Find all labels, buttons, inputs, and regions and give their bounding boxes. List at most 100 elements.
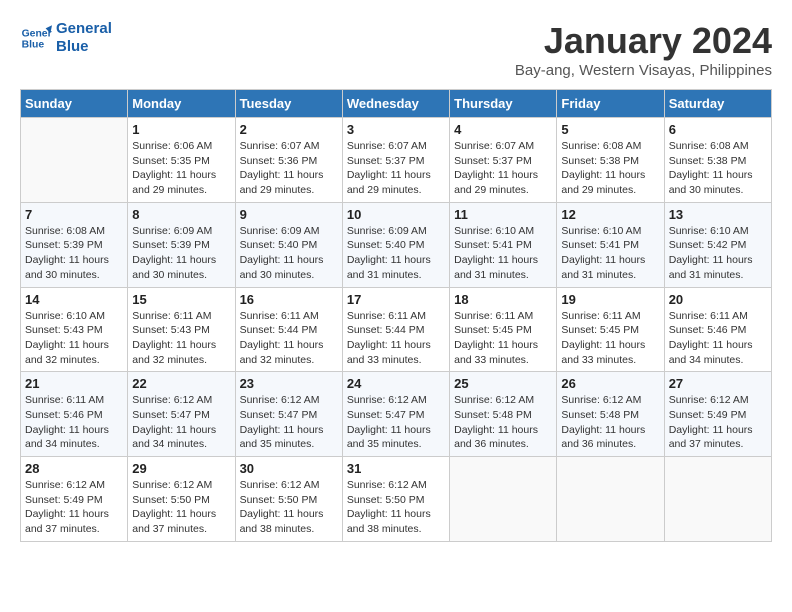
day-number: 1 <box>132 122 230 137</box>
day-info: Sunrise: 6:11 AM Sunset: 5:43 PM Dayligh… <box>132 309 230 368</box>
day-info: Sunrise: 6:08 AM Sunset: 5:38 PM Dayligh… <box>669 139 767 198</box>
day-info: Sunrise: 6:12 AM Sunset: 5:49 PM Dayligh… <box>669 393 767 452</box>
week-row-2: 7 Sunrise: 6:08 AM Sunset: 5:39 PM Daylig… <box>21 202 772 287</box>
day-cell: 11 Sunrise: 6:10 AM Sunset: 5:41 PM Dayli… <box>450 202 557 287</box>
day-number: 11 <box>454 207 552 222</box>
day-cell: 31Sunrise: 6:12 AM Sunset: 5:50 PM Dayli… <box>342 457 449 542</box>
day-info: Sunrise: 6:12 AM Sunset: 5:50 PM Dayligh… <box>132 478 230 537</box>
day-number: 26 <box>561 376 659 391</box>
day-cell: 29 Sunrise: 6:12 AM Sunset: 5:50 PM Dayli… <box>128 457 235 542</box>
day-cell: 8 Sunrise: 6:09 AM Sunset: 5:39 PM Daylig… <box>128 202 235 287</box>
day-cell <box>557 457 664 542</box>
day-number: 15 <box>132 292 230 307</box>
day-number: 21 <box>25 376 123 391</box>
header-cell-monday: Monday <box>128 90 235 118</box>
day-cell: 25Sunrise: 6:12 AM Sunset: 5:48 PM Dayli… <box>450 372 557 457</box>
day-info: Sunrise: 6:12 AM Sunset: 5:50 PM Dayligh… <box>347 478 445 537</box>
logo-line1: General <box>56 20 112 38</box>
day-info: Sunrise: 6:09 AM Sunset: 5:40 PM Dayligh… <box>240 224 338 283</box>
day-cell: 21 Sunrise: 6:11 AM Sunset: 5:46 PM Dayli… <box>21 372 128 457</box>
day-number: 3 <box>347 122 445 137</box>
day-number: 8 <box>132 207 230 222</box>
header-cell-thursday: Thursday <box>450 90 557 118</box>
day-info: Sunrise: 6:11 AM Sunset: 5:44 PM Dayligh… <box>347 309 445 368</box>
day-cell: 5 Sunrise: 6:08 AM Sunset: 5:38 PM Daylig… <box>557 118 664 203</box>
svg-text:Blue: Blue <box>22 40 45 51</box>
day-info: Sunrise: 6:10 AM Sunset: 5:41 PM Dayligh… <box>561 224 659 283</box>
day-info: Sunrise: 6:12 AM Sunset: 5:47 PM Dayligh… <box>132 393 230 452</box>
day-number: 14 <box>25 292 123 307</box>
day-info: Sunrise: 6:09 AM Sunset: 5:39 PM Dayligh… <box>132 224 230 283</box>
day-cell: 28 Sunrise: 6:12 AM Sunset: 5:49 PM Dayli… <box>21 457 128 542</box>
day-cell: 26Sunrise: 6:12 AM Sunset: 5:48 PM Dayli… <box>557 372 664 457</box>
day-number: 28 <box>25 461 123 476</box>
day-cell: 30 Sunrise: 6:12 AM Sunset: 5:50 PM Dayli… <box>235 457 342 542</box>
logo: General Blue General Blue <box>20 20 112 56</box>
header-cell-friday: Friday <box>557 90 664 118</box>
day-info: Sunrise: 6:06 AM Sunset: 5:35 PM Dayligh… <box>132 139 230 198</box>
header-cell-wednesday: Wednesday <box>342 90 449 118</box>
day-info: Sunrise: 6:11 AM Sunset: 5:46 PM Dayligh… <box>669 309 767 368</box>
day-cell: 15 Sunrise: 6:11 AM Sunset: 5:43 PM Dayli… <box>128 287 235 372</box>
day-cell: 10Sunrise: 6:09 AM Sunset: 5:40 PM Dayli… <box>342 202 449 287</box>
day-info: Sunrise: 6:08 AM Sunset: 5:39 PM Dayligh… <box>25 224 123 283</box>
day-cell: 6 Sunrise: 6:08 AM Sunset: 5:38 PM Daylig… <box>664 118 771 203</box>
calendar-table: SundayMondayTuesdayWednesdayThursdayFrid… <box>20 89 772 542</box>
day-number: 12 <box>561 207 659 222</box>
day-info: Sunrise: 6:08 AM Sunset: 5:38 PM Dayligh… <box>561 139 659 198</box>
day-info: Sunrise: 6:12 AM Sunset: 5:49 PM Dayligh… <box>25 478 123 537</box>
day-number: 18 <box>454 292 552 307</box>
day-info: Sunrise: 6:11 AM Sunset: 5:46 PM Dayligh… <box>25 393 123 452</box>
day-cell: 17Sunrise: 6:11 AM Sunset: 5:44 PM Dayli… <box>342 287 449 372</box>
day-number: 13 <box>669 207 767 222</box>
day-cell: 27 Sunrise: 6:12 AM Sunset: 5:49 PM Dayli… <box>664 372 771 457</box>
day-number: 10 <box>347 207 445 222</box>
day-number: 29 <box>132 461 230 476</box>
day-info: Sunrise: 6:10 AM Sunset: 5:41 PM Dayligh… <box>454 224 552 283</box>
day-number: 20 <box>669 292 767 307</box>
logo-icon: General Blue <box>20 22 52 54</box>
day-number: 16 <box>240 292 338 307</box>
day-cell: 20 Sunrise: 6:11 AM Sunset: 5:46 PM Dayli… <box>664 287 771 372</box>
day-info: Sunrise: 6:12 AM Sunset: 5:50 PM Dayligh… <box>240 478 338 537</box>
day-cell: 18 Sunrise: 6:11 AM Sunset: 5:45 PM Dayli… <box>450 287 557 372</box>
header-cell-saturday: Saturday <box>664 90 771 118</box>
page-header: General Blue General Blue January 2024 B… <box>20 20 772 79</box>
day-info: Sunrise: 6:11 AM Sunset: 5:44 PM Dayligh… <box>240 309 338 368</box>
day-cell: 24Sunrise: 6:12 AM Sunset: 5:47 PM Dayli… <box>342 372 449 457</box>
day-cell: 14Sunrise: 6:10 AM Sunset: 5:43 PM Dayli… <box>21 287 128 372</box>
day-number: 19 <box>561 292 659 307</box>
day-number: 27 <box>669 376 767 391</box>
day-number: 22 <box>132 376 230 391</box>
day-number: 6 <box>669 122 767 137</box>
day-number: 24 <box>347 376 445 391</box>
month-title: January 2024 <box>515 20 772 62</box>
day-number: 4 <box>454 122 552 137</box>
day-number: 2 <box>240 122 338 137</box>
day-number: 7 <box>25 207 123 222</box>
day-info: Sunrise: 6:12 AM Sunset: 5:48 PM Dayligh… <box>454 393 552 452</box>
week-row-1: 1 Sunrise: 6:06 AM Sunset: 5:35 PM Daylig… <box>21 118 772 203</box>
day-cell: 7 Sunrise: 6:08 AM Sunset: 5:39 PM Daylig… <box>21 202 128 287</box>
header-row: SundayMondayTuesdayWednesdayThursdayFrid… <box>21 90 772 118</box>
day-cell: 3Sunrise: 6:07 AM Sunset: 5:37 PM Daylig… <box>342 118 449 203</box>
day-info: Sunrise: 6:10 AM Sunset: 5:42 PM Dayligh… <box>669 224 767 283</box>
logo-line2: Blue <box>56 38 112 56</box>
day-number: 30 <box>240 461 338 476</box>
day-info: Sunrise: 6:11 AM Sunset: 5:45 PM Dayligh… <box>561 309 659 368</box>
day-number: 23 <box>240 376 338 391</box>
day-cell: 22 Sunrise: 6:12 AM Sunset: 5:47 PM Dayli… <box>128 372 235 457</box>
day-info: Sunrise: 6:11 AM Sunset: 5:45 PM Dayligh… <box>454 309 552 368</box>
day-cell: 19 Sunrise: 6:11 AM Sunset: 5:45 PM Dayli… <box>557 287 664 372</box>
day-cell: 1 Sunrise: 6:06 AM Sunset: 5:35 PM Daylig… <box>128 118 235 203</box>
header-cell-tuesday: Tuesday <box>235 90 342 118</box>
day-number: 5 <box>561 122 659 137</box>
day-cell <box>21 118 128 203</box>
location: Bay-ang, Western Visayas, Philippines <box>515 62 772 79</box>
day-cell: 4 Sunrise: 6:07 AM Sunset: 5:37 PM Daylig… <box>450 118 557 203</box>
title-block: January 2024 Bay-ang, Western Visayas, P… <box>515 20 772 79</box>
header-cell-sunday: Sunday <box>21 90 128 118</box>
day-cell: 13 Sunrise: 6:10 AM Sunset: 5:42 PM Dayli… <box>664 202 771 287</box>
day-info: Sunrise: 6:12 AM Sunset: 5:47 PM Dayligh… <box>240 393 338 452</box>
day-info: Sunrise: 6:07 AM Sunset: 5:37 PM Dayligh… <box>454 139 552 198</box>
